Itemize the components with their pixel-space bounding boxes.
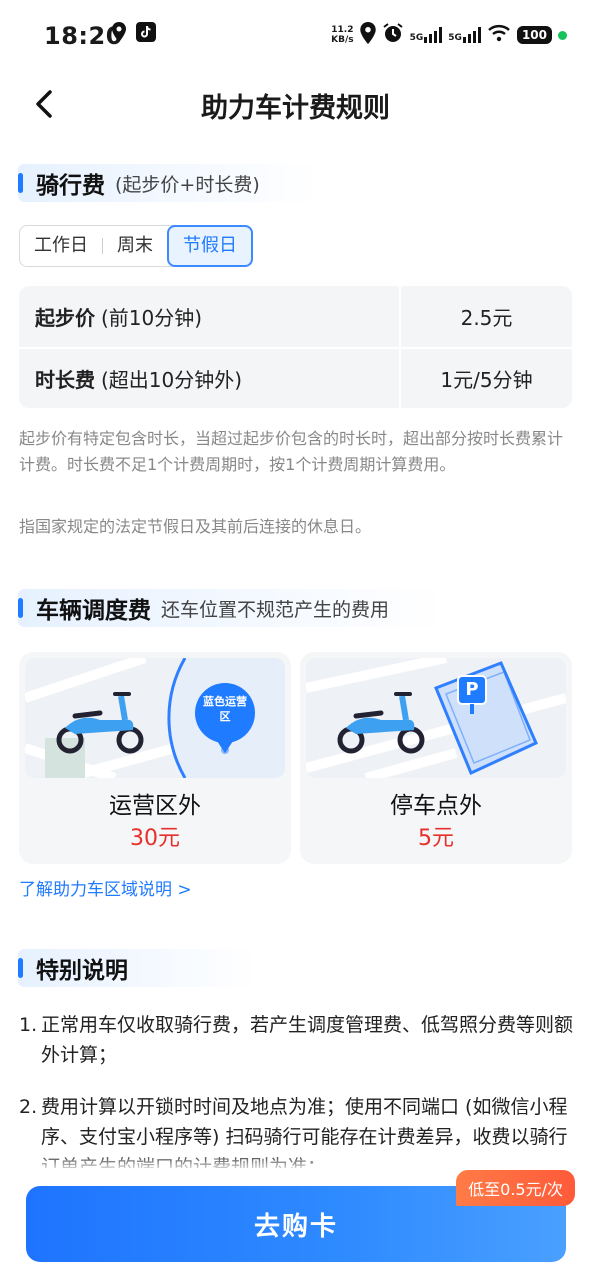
dispatch-fee-header: 车辆调度费 还车位置不规范产生的费用 [18,589,448,627]
section-subtitle: (起步价+时长费) [115,173,260,196]
row-note: (前10分钟) [101,306,203,330]
privacy-dot [558,30,567,40]
special-notes-header: 特别说明 [18,949,258,987]
tab-workday[interactable]: 工作日 [20,226,102,266]
card-title: 停车点外 [390,793,482,819]
location-icon [359,22,376,48]
parking-sign-icon: P [465,679,479,700]
section-subtitle: 还车位置不规范产生的费用 [161,598,390,621]
dispatch-card-outside-parking: P 停车点外 5元 [300,652,572,864]
section-title: 骑行费 [36,173,105,199]
network-speed: 11.2 KB/s [331,25,354,45]
outside-zone-illustration: 蓝色运营区 [25,658,285,778]
tab-holiday[interactable]: 节假日 [167,225,253,267]
row-label: 时长费 [35,368,95,392]
table-row: 时长费 (超出10分钟外) 1元/5分钟 [19,347,572,408]
card-price: 30元 [130,826,180,851]
tab-weekend[interactable]: 周末 [103,226,167,266]
signal-5g-1: 5G [410,27,443,43]
nav-bar: 助力车计费规则 [0,74,591,134]
section-title: 车辆调度费 [36,598,151,624]
price-table: 起步价 (前10分钟) 2.5元 时长费 (超出10分钟外) 1元/5分钟 [19,286,572,408]
outside-parking-illustration: P [306,658,566,778]
day-type-tabs: 工作日 周末 节假日 [19,225,253,267]
holiday-note: 指国家规定的法定节假日及其前后连接的休息日。 [19,517,372,536]
list-item: 1. 正常用车仅收取骑行费，若产生调度管理费、低驾照分费等则额外计算； [19,1014,574,1066]
card-price: 5元 [418,826,454,851]
card-title: 运营区外 [109,793,201,819]
signal-5g-2: 5G [448,27,481,43]
tiktok-icon [136,22,156,46]
battery-indicator: 100 [516,26,552,44]
promo-badge: 低至0.5元/次 [456,1170,575,1206]
page-title: 助力车计费规则 [201,93,390,124]
dispatch-card-outside-zone: 蓝色运营区 运营区外 30元 [19,652,291,864]
row-note: (超出10分钟外) [101,368,243,392]
row-value: 1元/5分钟 [399,349,572,408]
pricing-description: 起步价有特定包含时长，当超过起步价包含的时长时，超出部分按时长费累计计费。时长费… [19,429,564,474]
map-pin-label: 蓝色运营区 [203,695,247,723]
row-label: 起步价 [35,306,95,330]
bottom-bar: 去购卡 低至0.5元/次 [0,1168,591,1280]
wifi-icon [487,24,511,46]
status-bar: 18:20 11.2 KB/s 5G 5G 100 [0,0,591,74]
alarm-icon [382,22,404,48]
riding-fee-header: 骑行费 (起步价+时长费) [18,164,318,202]
table-row: 起步价 (前10分钟) 2.5元 [19,286,572,347]
section-title: 特别说明 [36,958,128,984]
zone-info-link[interactable]: 了解助力车区域说明 > [19,875,192,900]
location-icon [112,22,126,46]
row-value: 2.5元 [399,286,572,347]
